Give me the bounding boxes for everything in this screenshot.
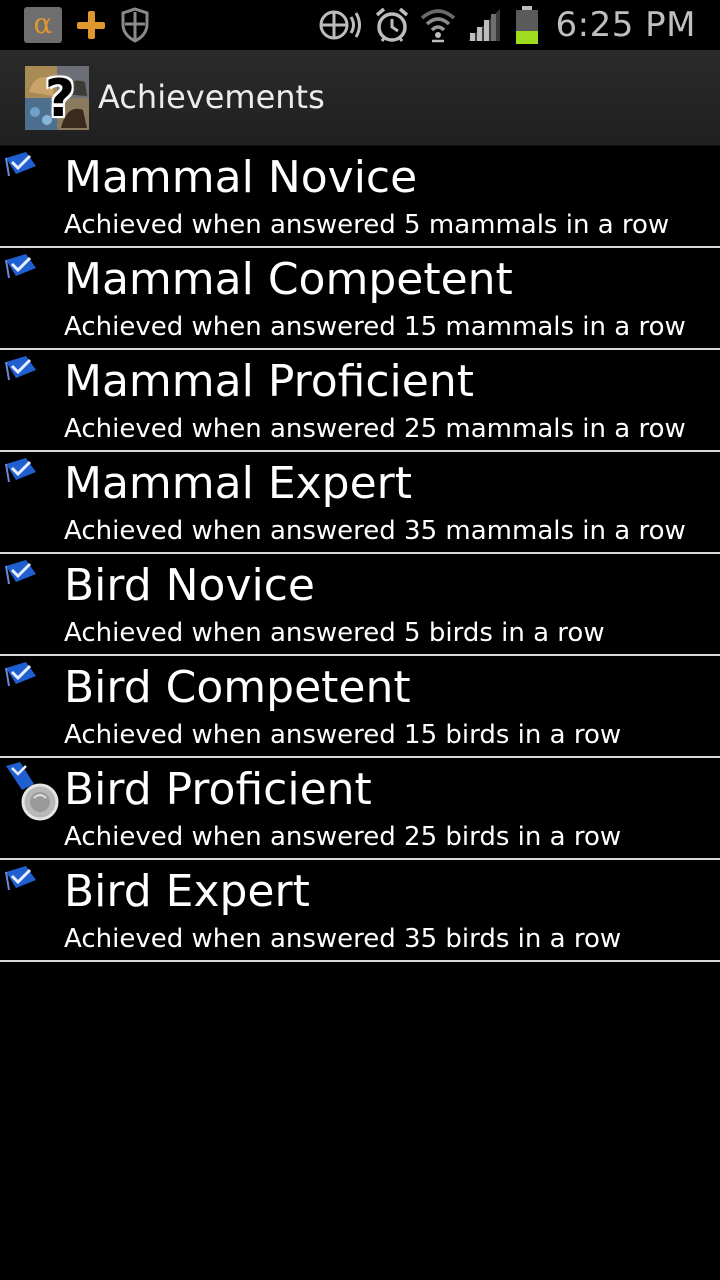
list-item[interactable]: Bird Proficient Achieved when answered 2… (0, 758, 720, 860)
achievement-description: Achieved when answered 25 mammals in a r… (64, 414, 686, 444)
signal-icon (466, 7, 504, 43)
blue-flag-icon (4, 252, 38, 284)
achievement-description: Achieved when answered 35 birds in a row (64, 924, 622, 954)
blue-flag-icon (4, 864, 38, 896)
list-item[interactable]: Bird Expert Achieved when answered 35 bi… (0, 860, 720, 962)
alarm-icon (374, 6, 410, 44)
achievement-list: Mammal Novice Achieved when answered 5 m… (0, 146, 720, 962)
quiz-app-icon[interactable]: ? (25, 66, 89, 130)
achievement-description: Achieved when answered 5 birds in a row (64, 618, 605, 648)
nfc-icon (318, 7, 364, 43)
blue-flag-icon (4, 660, 38, 692)
achievement-description: Achieved when answered 15 birds in a row (64, 720, 622, 750)
achievement-title: Bird Proficient (64, 764, 372, 815)
list-item[interactable]: Bird Novice Achieved when answered 5 bir… (0, 554, 720, 656)
list-item[interactable]: Mammal Novice Achieved when answered 5 m… (0, 146, 720, 248)
achievement-description: Achieved when answered 35 mammals in a r… (64, 516, 686, 546)
list-item[interactable]: Bird Competent Achieved when answered 15… (0, 656, 720, 758)
question-mark-icon: ? (44, 69, 76, 129)
achievement-title: Bird Expert (64, 866, 310, 917)
list-item[interactable]: Mammal Competent Achieved when answered … (0, 248, 720, 350)
achievement-title: Mammal Expert (64, 458, 413, 509)
alpha-icon: α (24, 7, 62, 43)
blue-flag-icon (4, 354, 38, 386)
blue-flag-icon (4, 150, 38, 182)
status-bar: α 6:25 PM (0, 0, 720, 50)
list-item[interactable]: Mammal Expert Achieved when answered 35 … (0, 452, 720, 554)
achievement-description: Achieved when answered 25 birds in a row (64, 822, 622, 852)
blue-flag-icon (4, 558, 38, 590)
list-item[interactable]: Mammal Proficient Achieved when answered… (0, 350, 720, 452)
achievement-description: Achieved when answered 5 mammals in a ro… (64, 210, 670, 240)
achievement-title: Bird Competent (64, 662, 411, 713)
system-icons: 6:25 PM (318, 4, 697, 46)
action-bar: ? Achievements (0, 50, 720, 146)
silver-medal-icon (4, 762, 62, 826)
blue-flag-icon (4, 456, 38, 488)
achievement-title: Mammal Proficient (64, 356, 474, 407)
achievement-title: Mammal Novice (64, 152, 418, 203)
achievement-title: Bird Novice (64, 560, 316, 611)
achievement-description: Achieved when answered 15 mammals in a r… (64, 312, 686, 342)
achievement-title: Mammal Competent (64, 254, 513, 305)
notification-icons: α (24, 7, 150, 43)
status-time: 6:25 PM (555, 5, 696, 45)
page-title: Achievements (98, 78, 325, 116)
battery-icon (514, 5, 540, 45)
shield-icon (120, 7, 150, 43)
plus-icon (74, 7, 108, 43)
wifi-icon (420, 6, 456, 44)
